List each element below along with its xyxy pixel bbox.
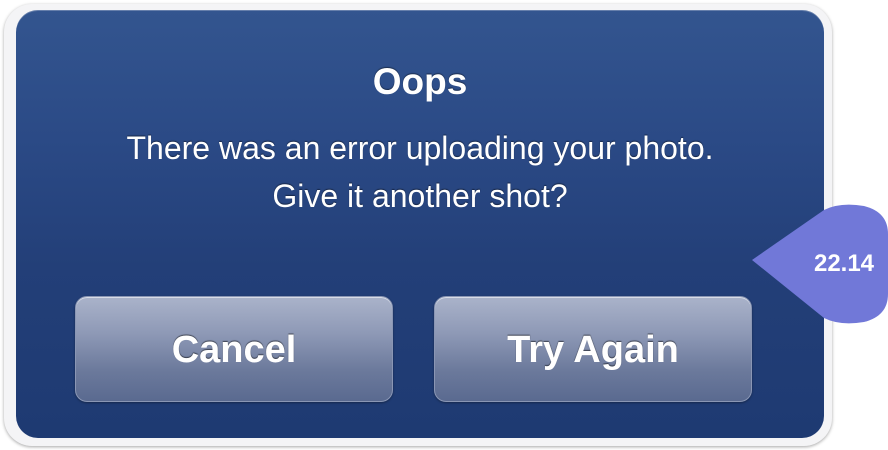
alert-title: Oops [372,61,468,102]
alert-message-line-1: There was an error uploading your photo. [126,130,714,166]
error-alert-dialog: Oops There was an error uploading your p… [16,10,824,438]
cancel-button[interactable]: Cancel [75,296,393,402]
value-badge: 22.14 [752,204,888,324]
badge-value: 22.14 [813,250,875,277]
alert-message-line-2: Give it another shot? [272,178,568,214]
screen: Oops There was an error uploading your p… [0,0,888,450]
try-again-button[interactable]: Try Again [434,296,752,402]
alert-message: There was an error uploading your photo.… [16,124,824,220]
